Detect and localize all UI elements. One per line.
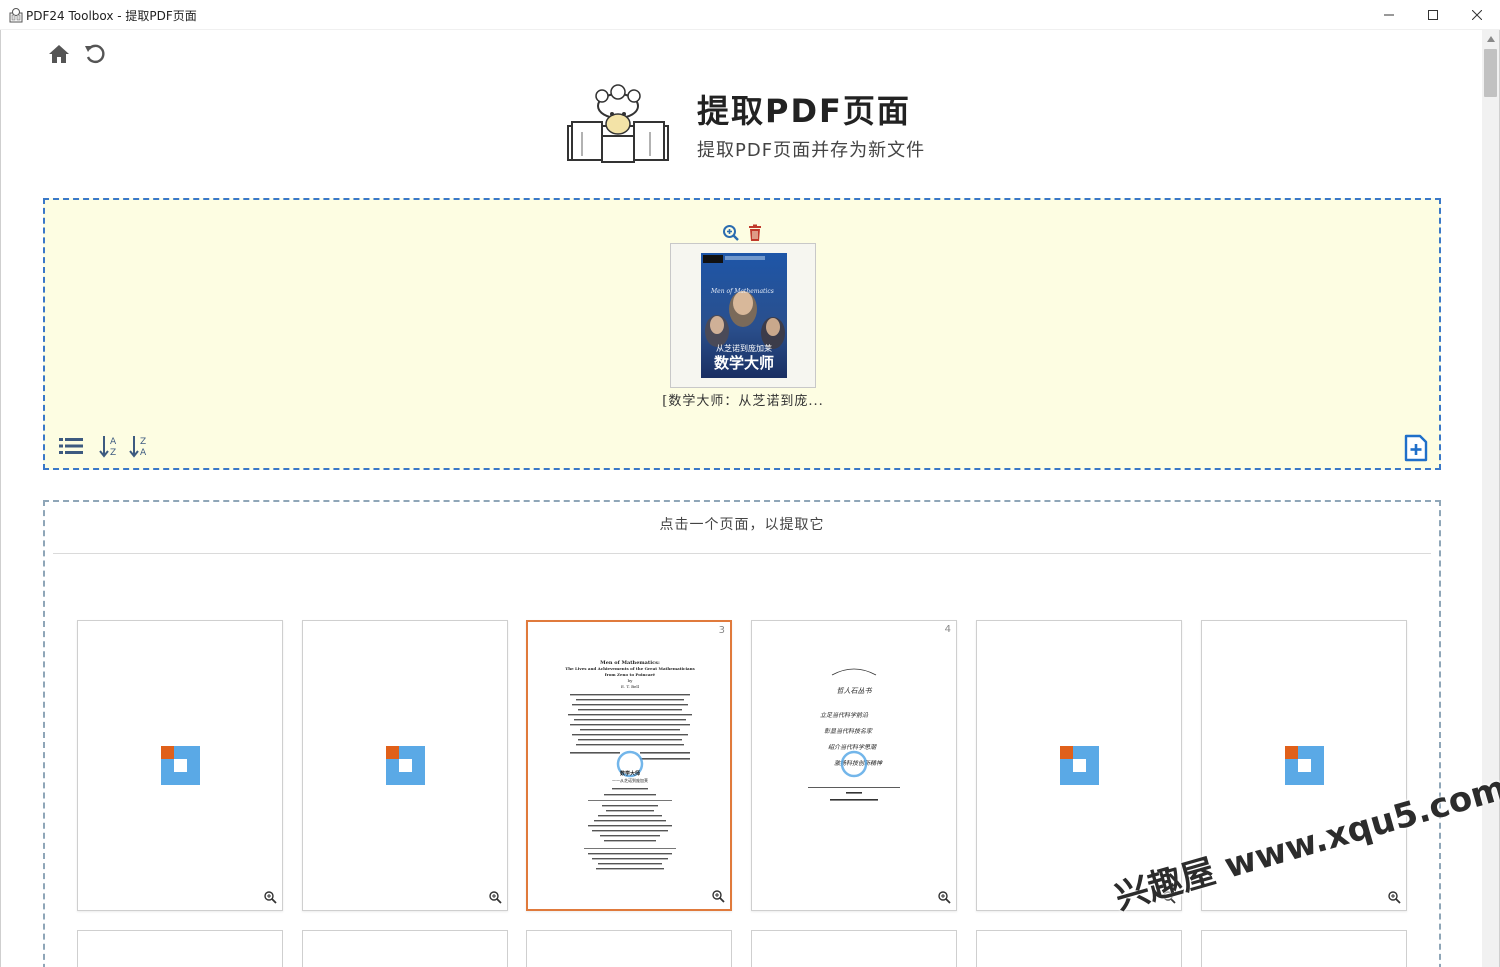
zoom-icon[interactable]: [722, 224, 740, 242]
page-line: E. T. Bell: [621, 684, 640, 689]
home-icon[interactable]: [46, 42, 72, 66]
page-line: 立足当代科学前沿: [820, 711, 869, 719]
vertical-scrollbar[interactable]: [1482, 30, 1499, 967]
file-drop-zone[interactable]: Men of Mathematics 从芝诺到庞加莱 数学大师 [数学大师：从芝…: [43, 198, 1441, 470]
page-line: 绍介当代科学思潮: [828, 743, 877, 751]
page-line: 哲人石丛书: [837, 687, 873, 695]
page-subtitle: 提取PDF页面并存为新文件: [697, 140, 926, 161]
scroll-thumb[interactable]: [1484, 49, 1497, 97]
page-card-2[interactable]: [302, 620, 508, 911]
book-cover: Men of Mathematics 从芝诺到庞加莱 数学大师: [701, 253, 787, 378]
zoom-icon[interactable]: [1387, 890, 1401, 904]
scroll-up-arrow[interactable]: [1482, 30, 1499, 47]
page-card-3[interactable]: 3 Men of Mathematics: The Lives and Achi…: [526, 620, 732, 911]
zoom-icon[interactable]: [711, 889, 725, 903]
loading-placeholder-icon: [1285, 746, 1324, 785]
page-line: by: [628, 678, 634, 683]
page-card-12[interactable]: [1201, 930, 1407, 967]
window-title: PDF24 Toolbox - 提取PDF页面: [26, 9, 197, 23]
reset-icon[interactable]: [82, 42, 108, 66]
loading-placeholder-icon: [1060, 746, 1099, 785]
sort-za-icon[interactable]: Z A: [129, 434, 151, 458]
chef-illustration: [567, 84, 669, 163]
svg-text:Z: Z: [110, 448, 116, 458]
page-3-content: Men of Mathematics: The Lives and Achiev…: [565, 660, 696, 870]
book-title: 数学大师: [714, 354, 774, 372]
maximize-icon: [1428, 10, 1438, 20]
file-name-label: [数学大师：从芝诺到庞...: [662, 394, 824, 409]
page-4-content: 哲人石丛书 立足当代科学前沿 彰显当代科技名家 绍介当代科学思潮 激扬科技创新精…: [808, 668, 900, 801]
add-file-icon[interactable]: [1403, 434, 1429, 462]
sort-az-icon[interactable]: A Z: [99, 434, 121, 458]
page-line: from Zeno to Poincaré: [605, 672, 656, 677]
loading-placeholder-icon: [161, 746, 200, 785]
divider: [53, 553, 1431, 554]
page-line: ——从芝诺到庞加莱: [612, 777, 648, 783]
close-button[interactable]: [1454, 0, 1500, 30]
page-card-8[interactable]: [302, 930, 508, 967]
svg-text:A: A: [140, 448, 147, 458]
maximize-button[interactable]: [1410, 0, 1456, 30]
page-line: 彰显当代科技名家: [824, 727, 873, 735]
book-subtitle: 从芝诺到庞加莱: [716, 343, 772, 353]
close-icon: [1472, 10, 1482, 20]
page-card-1[interactable]: [77, 620, 283, 911]
svg-text:Z: Z: [140, 437, 146, 447]
title-bar: PDF24 Toolbox - 提取PDF页面: [0, 0, 1500, 30]
zoom-icon[interactable]: [263, 890, 277, 904]
file-thumbnail[interactable]: Men of Mathematics 从芝诺到庞加莱 数学大师: [670, 243, 816, 388]
page-number: 3: [718, 625, 725, 636]
chevron-up-icon: [1486, 35, 1495, 42]
page-card-4[interactable]: 4 哲人石丛书 立足当代科学前沿 彰显当代科技名家 绍介当代科学思潮 激扬科技创…: [751, 620, 957, 911]
loading-placeholder-icon: [386, 746, 425, 785]
minimize-icon: [1384, 14, 1394, 16]
page-card-10[interactable]: [751, 930, 957, 967]
page-card-9[interactable]: [526, 930, 732, 967]
minimize-button[interactable]: [1366, 0, 1412, 30]
list-view-icon[interactable]: [59, 436, 83, 456]
book-english-title: Men of Mathematics: [710, 288, 774, 295]
zoom-icon[interactable]: [937, 890, 951, 904]
page-card-11[interactable]: [976, 930, 1182, 967]
zoom-icon[interactable]: [488, 890, 502, 904]
page-card-7[interactable]: [77, 930, 283, 967]
trash-icon[interactable]: [746, 224, 764, 242]
page-number: 4: [944, 624, 951, 635]
page-line: 数学大师: [620, 770, 640, 777]
page-line: The Lives and Achievements of the Great …: [565, 666, 695, 671]
svg-text:A: A: [110, 437, 117, 447]
pages-hint: 点击一个页面，以提取它: [659, 517, 825, 533]
page-title: 提取PDF页面: [697, 92, 911, 130]
pdf24-app-icon: [9, 8, 23, 23]
